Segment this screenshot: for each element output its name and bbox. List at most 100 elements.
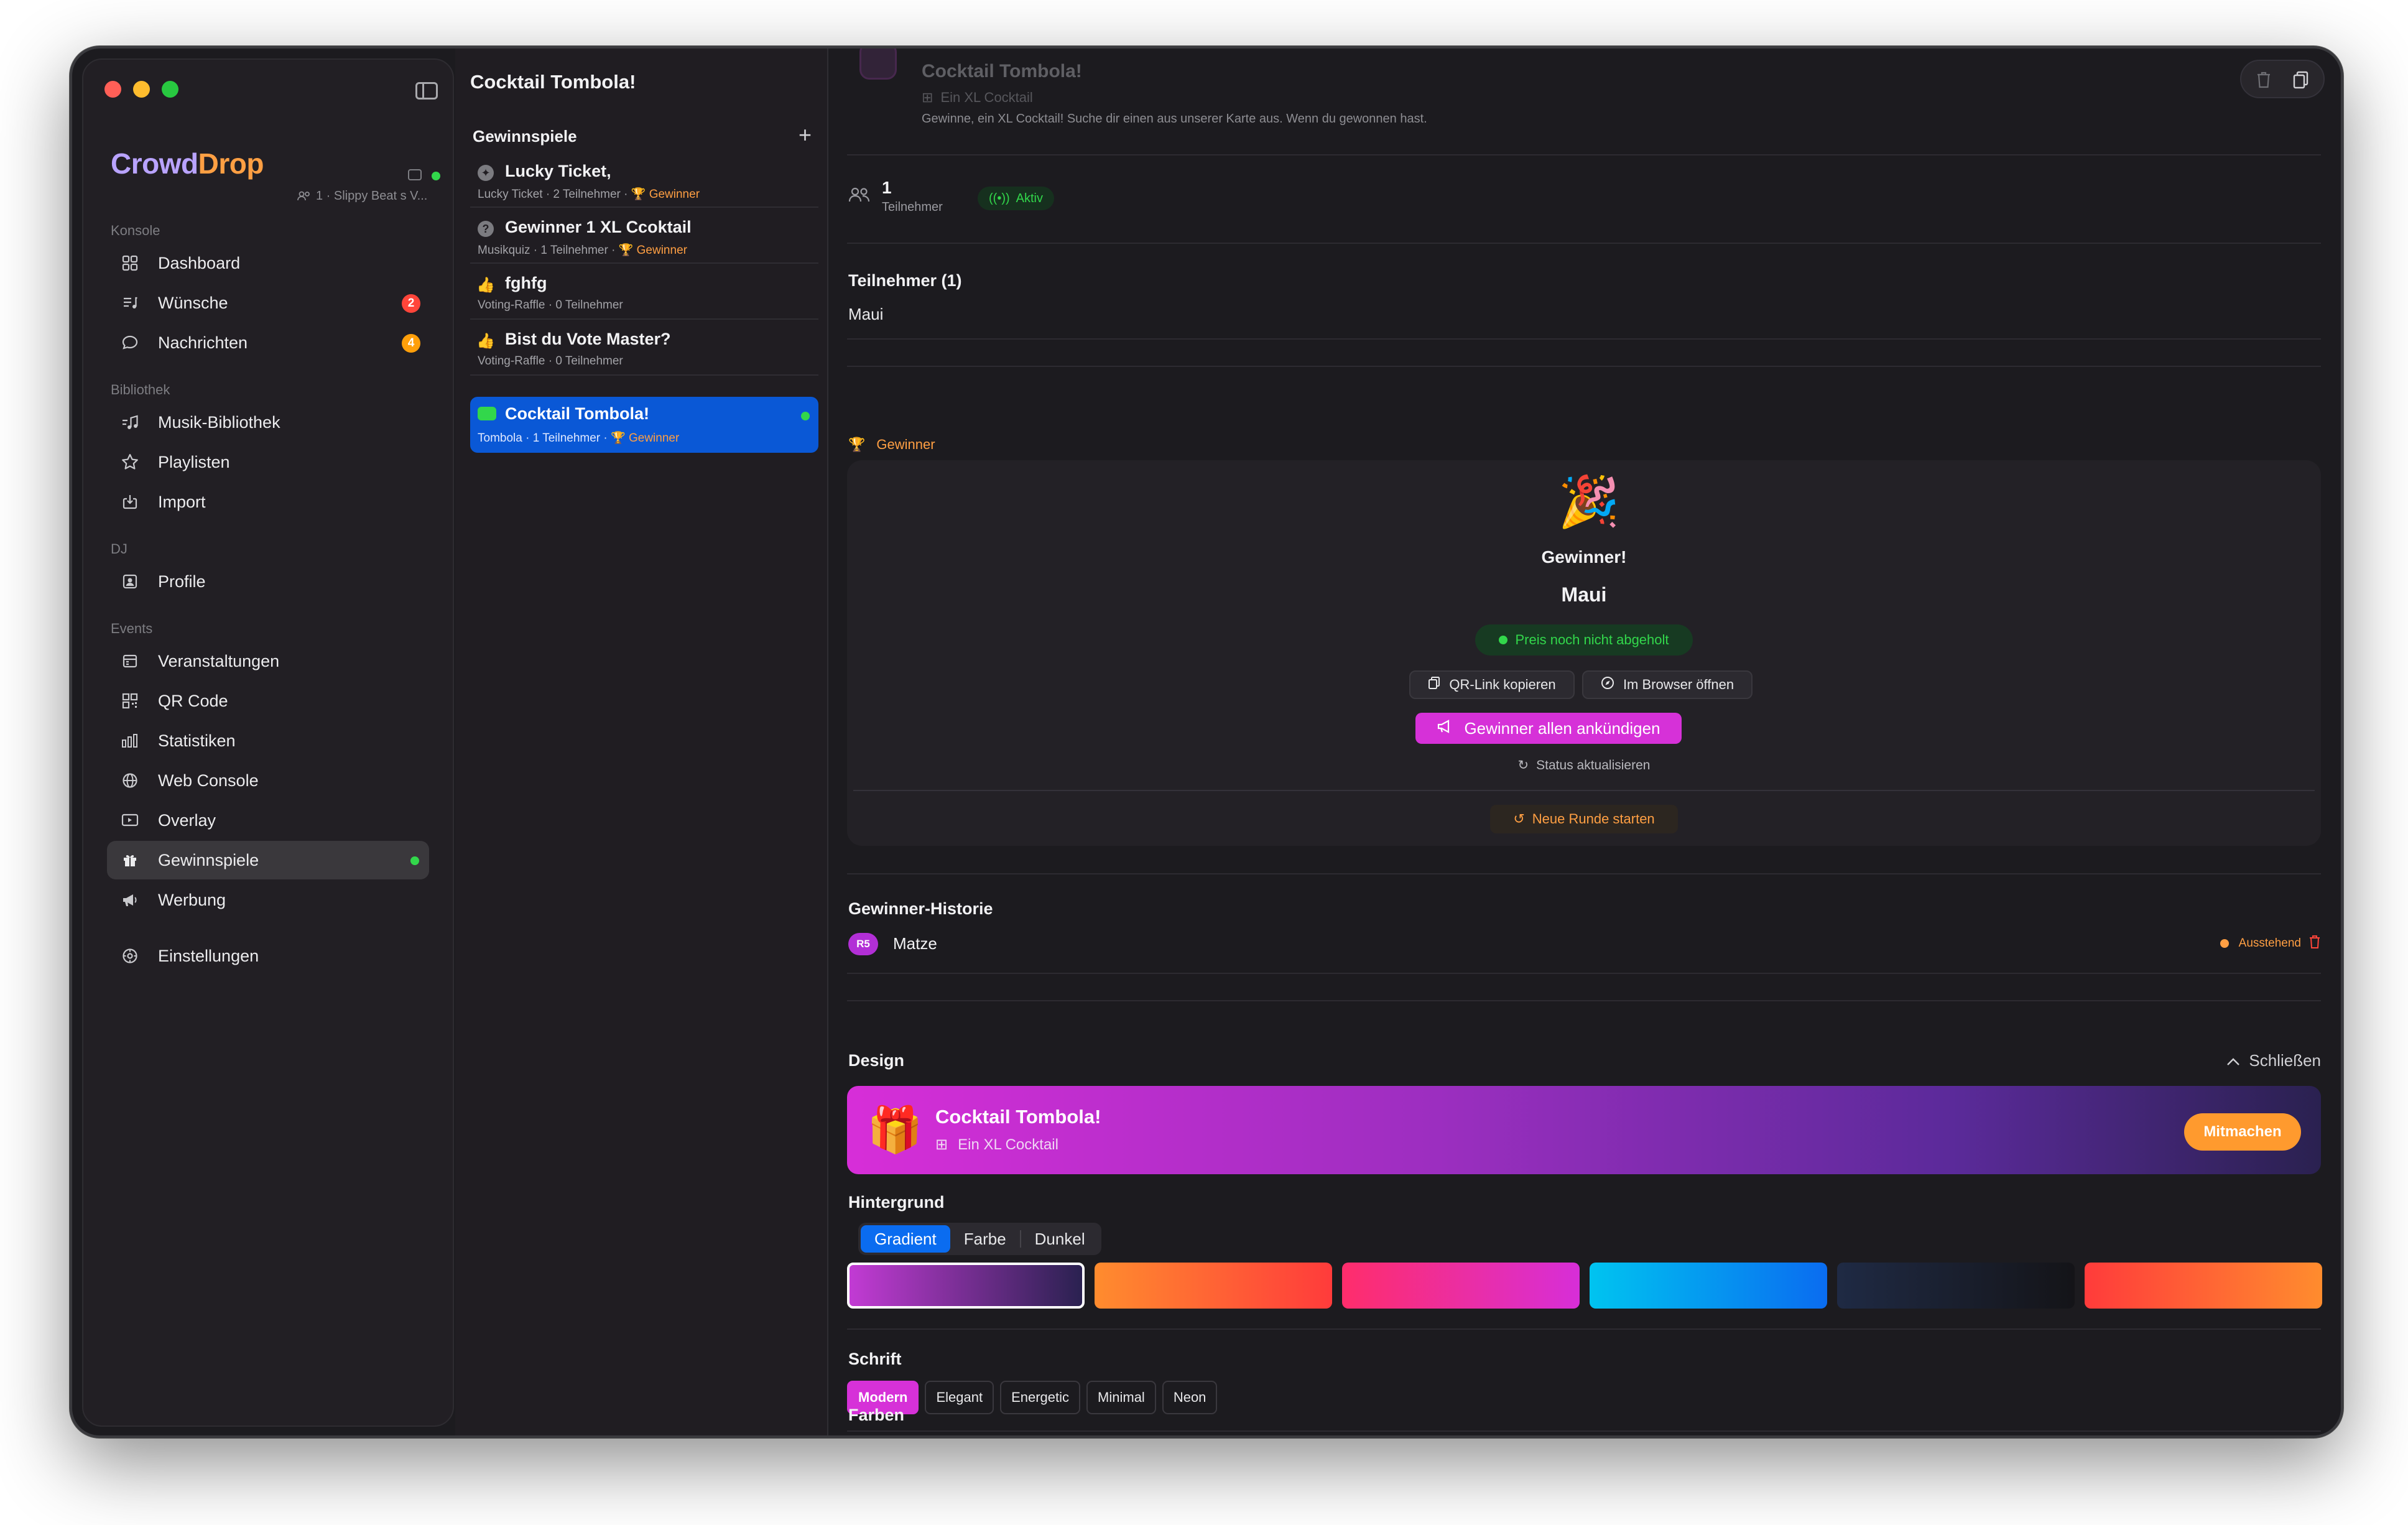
participant-row: Maui — [848, 305, 884, 323]
sidebar-item-wuensche[interactable]: Wünsche 2 — [107, 284, 429, 322]
button-label: Gewinner allen ankündigen — [1464, 718, 1660, 738]
status-dot — [2220, 939, 2229, 948]
game-icon — [859, 49, 897, 80]
gift-icon: 🎁 — [867, 1105, 923, 1155]
people-icon — [297, 191, 310, 201]
section-konsole: Konsole — [111, 223, 160, 238]
font-option-elegant[interactable]: Elegant — [925, 1381, 994, 1414]
divider — [847, 873, 2321, 874]
sidebar-item-import[interactable]: Import — [107, 483, 429, 521]
badge-count: 4 — [402, 334, 420, 353]
history-heading: Gewinner-Historie — [848, 899, 993, 918]
session-info: 1 · Slippy Beat s V... — [297, 189, 427, 203]
sidebar-toggle-icon[interactable] — [415, 82, 438, 100]
sidebar-item-werbung[interactable]: Werbung — [107, 881, 429, 919]
participants-count: 1 — [882, 178, 892, 197]
game-winner-label: Gewinner — [628, 432, 680, 445]
gift-icon: ⊞ — [935, 1136, 948, 1153]
megaphone-icon — [121, 891, 139, 909]
sidebar-item-dashboard[interactable]: Dashboard — [107, 244, 429, 282]
sidebar-item-veranstaltungen[interactable]: Veranstaltungen — [107, 642, 429, 680]
gradient-swatch-2[interactable] — [1095, 1263, 1332, 1309]
gradient-swatch-1[interactable] — [847, 1263, 1085, 1309]
font-option-energetic[interactable]: Energetic — [1000, 1381, 1081, 1414]
sidebar-item-label: Web Console — [158, 771, 259, 790]
sidebar-item-label: Musik-Bibliothek — [158, 412, 280, 432]
sidebar-item-einstellungen[interactable]: Einstellungen — [107, 937, 429, 975]
avatar: R5 — [848, 933, 878, 955]
gradient-swatch-4[interactable] — [1590, 1263, 1827, 1309]
active-dot — [801, 412, 810, 420]
people-icon — [848, 187, 871, 206]
star-icon — [121, 453, 139, 471]
gradient-swatch-5[interactable] — [1837, 1263, 2075, 1309]
open-in-browser-button[interactable]: Im Browser öffnen — [1582, 670, 1753, 699]
sidebar-item-musik-bibliothek[interactable]: Musik-Bibliothek — [107, 403, 429, 442]
trash-icon[interactable] — [2251, 67, 2276, 92]
zoom-window-button[interactable] — [162, 81, 178, 98]
button-label: Neue Runde starten — [1532, 811, 1655, 827]
session-info-text: 1 · Slippy Beat s V... — [316, 189, 428, 203]
game-meta: Lucky Ticket · 2 Teilnehmer · 🏆 Gewinner — [478, 187, 700, 202]
sidebar-item-webconsole[interactable]: Web Console — [107, 761, 429, 800]
divider — [847, 154, 2321, 155]
game-meta: Voting-Raffle · 0 Teilnehmer — [478, 355, 623, 368]
chevron-up-icon — [2226, 1051, 2240, 1070]
join-button[interactable]: Mitmachen — [2184, 1113, 2301, 1151]
tab-dunkel[interactable]: Dunkel — [1021, 1225, 1099, 1253]
font-option-neon[interactable]: Neon — [1162, 1381, 1218, 1414]
font-option-minimal[interactable]: Minimal — [1086, 1381, 1156, 1414]
sidebar-item-playlisten[interactable]: Playlisten — [107, 443, 429, 481]
sidebar-item-label: Werbung — [158, 890, 226, 909]
trash-icon[interactable] — [2308, 934, 2321, 952]
ticket-icon — [478, 407, 496, 420]
list-item-game[interactable]: 👍 fghfg Voting-Raffle · 0 Teilnehmer — [470, 267, 818, 320]
gradient-swatch-6[interactable] — [2085, 1263, 2322, 1309]
pickup-status-badge: Preis noch nicht abgeholt — [1475, 624, 1693, 656]
sidebar-item-label: QR Code — [158, 691, 228, 710]
add-icon[interactable]: + — [799, 122, 812, 148]
list-item-game[interactable]: ? Gewinner 1 XL Ccoktail Musikquiz · 1 T… — [470, 211, 818, 264]
tab-farbe[interactable]: Farbe — [950, 1225, 1020, 1253]
close-window-button[interactable] — [104, 81, 121, 98]
sidebar-item-statistiken[interactable]: Statistiken — [107, 721, 429, 760]
list-item-game[interactable]: ✦ Lucky Ticket, Lucky Ticket · 2 Teilneh… — [470, 155, 818, 208]
background-segmented-control: Gradient Farbe Dunkel — [858, 1223, 1101, 1255]
new-round-button[interactable]: ↺ Neue Runde starten — [1490, 805, 1678, 833]
chat-bubble-icon — [121, 333, 139, 352]
refresh-icon: ↻ — [1517, 758, 1529, 772]
game-name: Gewinner 1 XL Ccoktail — [505, 218, 692, 236]
design-preview-banner: 🎁 Cocktail Tombola! ⊞ Ein XL Cocktail Mit… — [847, 1086, 2321, 1174]
status-badge-text: Aktiv — [1016, 191, 1043, 205]
sidebar-item-label: Wünsche — [158, 293, 228, 312]
button-label: Schließen — [2249, 1051, 2321, 1070]
section-dj: DJ — [111, 541, 127, 557]
copy-qr-link-button[interactable]: QR-Link kopieren — [1409, 670, 1575, 699]
participants-label: Teilnehmer — [882, 200, 943, 214]
divider — [847, 1328, 2321, 1330]
tab-gradient[interactable]: Gradient — [861, 1225, 950, 1253]
list-item-game-selected[interactable]: Cocktail Tombola! Tombola · 1 Teilnehmer… — [470, 397, 818, 453]
divider — [847, 1430, 2321, 1432]
restart-icon: ↺ — [1513, 811, 1525, 827]
refresh-status-button[interactable]: ↻ Status aktualisieren — [847, 758, 2321, 773]
sidebar-item-overlay[interactable]: Overlay — [107, 801, 429, 840]
gradient-swatch-3[interactable] — [1342, 1263, 1580, 1309]
game-meta: Musikquiz · 1 Teilnehmer · 🏆 Gewinner — [478, 243, 687, 257]
sidebar-item-profile[interactable]: Profile — [107, 562, 429, 601]
history-status-text: Ausstehend — [2238, 937, 2301, 950]
sidebar-item-nachrichten[interactable]: Nachrichten 4 — [107, 323, 429, 362]
music-notes-icon — [121, 413, 139, 432]
duplicate-icon[interactable] — [2289, 67, 2313, 92]
list-item-game[interactable]: 👍 Bist du Vote Master? Voting-Raffle · 0… — [470, 323, 818, 376]
collapse-design-button[interactable]: Schließen — [2226, 1051, 2321, 1070]
globe-icon — [121, 771, 139, 790]
game-meta: Voting-Raffle · 0 Teilnehmer — [478, 299, 623, 312]
sidebar-item-gewinnspiele[interactable]: Gewinnspiele — [107, 841, 429, 879]
sidebar-item-qrcode[interactable]: QR Code — [107, 682, 429, 720]
minimize-window-button[interactable] — [133, 81, 150, 98]
announce-winner-button[interactable]: Gewinner allen ankündigen — [1415, 713, 1682, 744]
calendar-icon — [121, 652, 139, 670]
copy-icon[interactable] — [408, 169, 422, 180]
active-dot — [410, 856, 419, 865]
